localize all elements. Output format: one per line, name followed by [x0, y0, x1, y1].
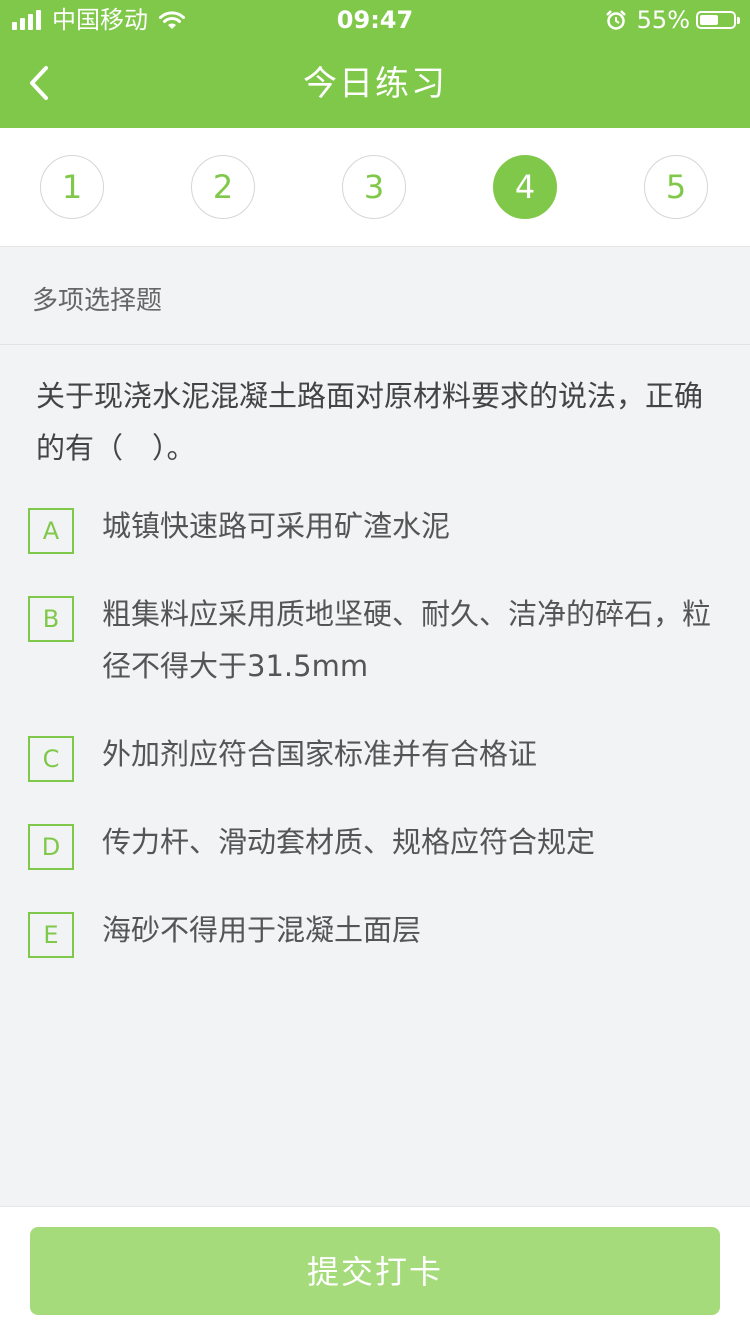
submit-checkin-button[interactable]: 提交打卡: [30, 1227, 720, 1315]
battery-percent: 55%: [636, 6, 690, 34]
option-letter: A: [28, 508, 74, 554]
step-1[interactable]: 1: [40, 155, 104, 219]
nav-bar: 今日练习: [0, 40, 750, 128]
alarm-icon: [605, 10, 626, 30]
option-text: 粗集料应采用质地坚硬、耐久、洁净的碎石，粒径不得大于31.5mm: [102, 597, 712, 683]
option-text: 传力杆、滑动套材质、规格应符合规定: [102, 825, 596, 859]
step-2[interactable]: 2: [191, 155, 255, 219]
step-3[interactable]: 3: [342, 155, 406, 219]
status-bar: 中国移动 09:47 55%: [0, 0, 750, 40]
option-letter: D: [28, 824, 74, 870]
option-text: 城镇快速路可采用矿渣水泥: [102, 509, 451, 543]
footer-bar: 提交打卡: [0, 1206, 750, 1335]
option-letter: C: [28, 736, 74, 782]
battery-level: [700, 15, 718, 25]
option-letter: B: [28, 596, 74, 642]
question-text: 关于现浇水泥混凝土路面对原材料要求的说法，正确的有（ ）。: [36, 379, 704, 465]
option-text: 海砂不得用于混凝土面层: [102, 913, 422, 947]
question-type-label: 多项选择题: [32, 286, 163, 316]
option-letter: E: [28, 912, 74, 958]
battery-icon: [696, 11, 740, 29]
app-header: 中国移动 09:47 55% 今日练习: [0, 0, 750, 128]
page-title: 今日练习: [303, 64, 447, 104]
question-stepper: 1 2 3 4 5: [0, 128, 750, 247]
question-type-bar: 多项选择题: [0, 247, 750, 345]
step-5[interactable]: 5: [644, 155, 708, 219]
step-4[interactable]: 4: [493, 155, 557, 219]
option-text: 外加剂应符合国家标准并有合格证: [102, 737, 538, 771]
